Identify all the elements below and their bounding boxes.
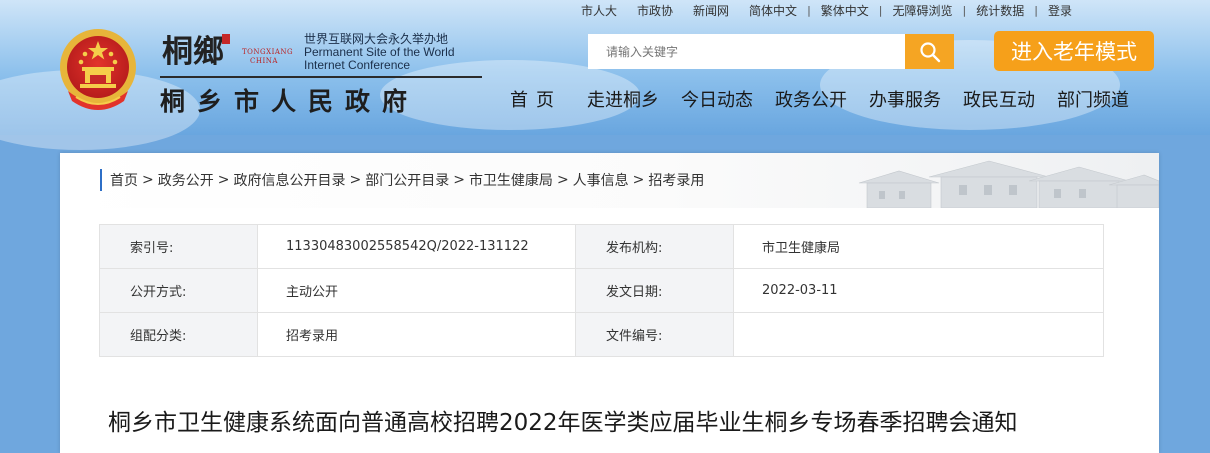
top-link-bar: 市人大 市政协 新闻网 简体中文 | 繁体中文 | 无障碍浏览 | 统计数据 |… <box>571 1 1082 19</box>
meta-label-category: 组配分类: <box>99 312 258 357</box>
nav-about-tongxiang[interactable]: 走进桐乡 <box>576 86 670 112</box>
nav-home[interactable]: 首页 <box>499 86 576 112</box>
breadcrumb-separator: > <box>142 172 154 188</box>
breadcrumb-bar: 首页 > 政务公开 > 政府信息公开目录 > 部门公开目录 > 市卫生健康局 > 人事信息… <box>60 153 1159 208</box>
nav-departments[interactable]: 部门频道 <box>1046 86 1140 112</box>
nav-today-news[interactable]: 今日动态 <box>670 86 764 112</box>
meta-value-method: 主动公开 <box>257 268 576 313</box>
gov-site-title[interactable]: 桐乡市人民政府 <box>160 82 419 118</box>
national-emblem-icon[interactable] <box>58 27 138 113</box>
breadcrumb-item-dept-catalog[interactable]: 部门公开目录 <box>365 170 449 190</box>
search-button[interactable] <box>905 34 954 69</box>
table-row: 公开方式: 主动公开 发文日期: 2022-03-11 <box>99 268 1104 313</box>
logo-pinyin-line1: TONGXIANG <box>242 48 294 56</box>
slogan-english-line2: Internet Conference <box>304 58 411 72</box>
breadcrumb-separator: > <box>453 172 465 188</box>
search-input[interactable] <box>588 34 906 69</box>
meta-value-docno <box>733 312 1104 357</box>
search-icon <box>919 41 940 62</box>
breadcrumb-separator: > <box>349 172 362 188</box>
logo-divider <box>160 76 482 78</box>
breadcrumb-item-gov-affairs[interactable]: 政务公开 <box>158 170 214 190</box>
nav-gov-affairs[interactable]: 政务公开 <box>764 86 858 112</box>
search-box <box>588 34 954 69</box>
document-meta-table: 索引号: 11330483002558542Q/2022-131122 发布机构… <box>99 224 1104 357</box>
wic-slogan: 世界互联网大会永久举办地 Permanent Site of the World… <box>304 33 455 72</box>
breadcrumb-item-info-catalog[interactable]: 政府信息公开目录 <box>233 170 345 190</box>
breadcrumb: 首页 > 政务公开 > 政府信息公开目录 > 部门公开目录 > 市卫生健康局 > 人事信息… <box>100 169 704 191</box>
top-link-npc[interactable]: 市人大 <box>571 2 627 19</box>
logo-pinyin: TONGXIANG CHINA <box>242 48 293 66</box>
breadcrumb-separator: > <box>556 172 569 188</box>
breadcrumb-item-health-bureau[interactable]: 市卫生健康局 <box>469 170 553 190</box>
meta-label-index: 索引号: <box>99 224 258 269</box>
document-title: 桐乡市卫生健康系统面向普通高校招聘2022年医学类应届毕业生桐乡专场春季招聘会通… <box>108 410 1018 436</box>
top-link-traditional[interactable]: 繁体中文 <box>811 2 879 19</box>
table-row: 索引号: 11330483002558542Q/2022-131122 发布机构… <box>99 224 1104 269</box>
tongxiang-calligraphy-logo[interactable]: 桐鄉 <box>160 30 235 70</box>
breadcrumb-item-personnel[interactable]: 人事信息 <box>573 170 629 190</box>
meta-value-index: 11330483002558542Q/2022-131122 <box>257 224 576 269</box>
top-link-cppcc[interactable]: 市政协 <box>627 2 683 19</box>
breadcrumb-separator: > <box>632 172 645 188</box>
login-link[interactable]: 登录 <box>1038 2 1082 19</box>
breadcrumb-item-home[interactable]: 首页 <box>110 170 138 190</box>
site-header: 市人大 市政协 新闻网 简体中文 | 繁体中文 | 无障碍浏览 | 统计数据 |… <box>0 0 1210 150</box>
meta-label-publisher: 发布机构: <box>575 224 734 269</box>
top-link-news[interactable]: 新闻网 <box>683 2 739 19</box>
top-link-accessibility[interactable]: 无障碍浏览 <box>883 2 963 19</box>
meta-value-category: 招考录用 <box>257 312 576 357</box>
elder-mode-button[interactable]: 进入老年模式 <box>994 31 1154 71</box>
nav-services[interactable]: 办事服务 <box>858 86 952 112</box>
meta-label-docno: 文件编号: <box>575 312 734 357</box>
breadcrumb-separator: > <box>217 172 230 188</box>
calligraphy-text: 桐鄉 <box>162 34 224 70</box>
nav-interaction[interactable]: 政民互动 <box>952 86 1046 112</box>
top-link-statistics[interactable]: 统计数据 <box>966 2 1034 19</box>
meta-label-date: 发文日期: <box>575 268 734 313</box>
logo-pinyin-line2: CHINA <box>250 57 278 65</box>
top-link-simplified[interactable]: 简体中文 <box>739 2 807 19</box>
content-card: 首页 > 政务公开 > 政府信息公开目录 > 部门公开目录 > 市卫生健康局 > 人事信息… <box>60 153 1159 453</box>
architecture-decor-icon <box>858 160 1159 208</box>
meta-label-method: 公开方式: <box>99 268 258 313</box>
meta-value-date: 2022-03-11 <box>733 268 1104 313</box>
table-row: 组配分类: 招考录用 文件编号: <box>99 312 1104 357</box>
main-nav: 首页 走进桐乡 今日动态 政务公开 办事服务 政民互动 部门频道 <box>499 86 1140 112</box>
breadcrumb-item-recruitment[interactable]: 招考录用 <box>648 170 704 190</box>
meta-value-publisher: 市卫生健康局 <box>733 224 1104 269</box>
